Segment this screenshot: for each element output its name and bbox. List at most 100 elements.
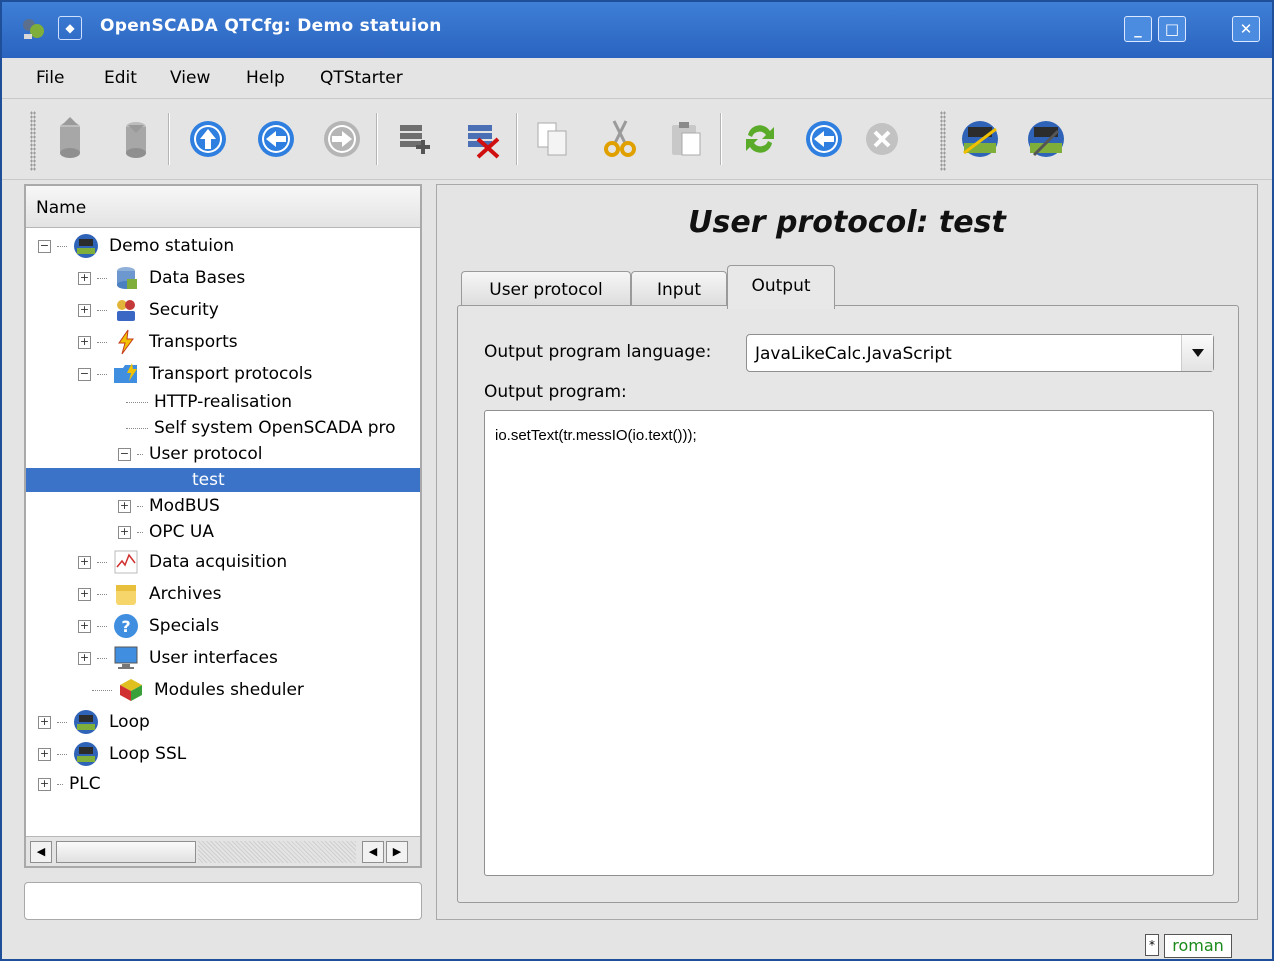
scroll-right-icon[interactable]: ▶	[386, 841, 408, 863]
tree-node-label: User protocol	[149, 444, 263, 464]
station-disconnect-icon[interactable]	[1024, 115, 1068, 163]
tree-node-transport-protocols[interactable]: − Transport protocols	[78, 362, 312, 386]
toolbar-grip[interactable]	[940, 111, 946, 171]
menu-help[interactable]: Help	[246, 68, 285, 88]
tree-node-user-interfaces[interactable]: + User interfaces	[78, 646, 278, 670]
back-icon[interactable]	[254, 115, 298, 163]
collapse-icon[interactable]: −	[38, 239, 51, 253]
tree-node-transports[interactable]: + Transports	[78, 329, 238, 355]
tab-user-protocol[interactable]: User protocol	[461, 271, 631, 307]
tree-node-label: Specials	[149, 616, 220, 636]
toolbar-grip[interactable]	[30, 111, 36, 171]
maximize-button[interactable]: □	[1158, 16, 1186, 42]
tree-node-plc[interactable]: + PLC	[38, 772, 101, 796]
refresh-icon[interactable]	[738, 115, 782, 163]
modules-icon	[120, 679, 142, 701]
tab-content-output: Output program language: JavaLikeCalc.Ja…	[457, 305, 1239, 903]
window-title: OpenSCADA QTCfg: Demo statuion	[100, 16, 442, 36]
expand-icon[interactable]: +	[78, 587, 91, 601]
expand-icon[interactable]: +	[78, 303, 91, 317]
tree-node-data-acquisition[interactable]: + Data acquisition	[78, 550, 287, 574]
dropdown-arrow-icon[interactable]	[1181, 335, 1213, 371]
tree-node-label: HTTP-realisation	[154, 392, 293, 412]
expand-icon[interactable]: +	[38, 777, 51, 791]
db-save-icon[interactable]	[114, 115, 158, 163]
collapse-icon[interactable]: −	[78, 367, 91, 381]
content-panel: User protocol: test User protocol Input …	[436, 184, 1258, 920]
db-load-icon[interactable]	[48, 115, 92, 163]
tree-node-data-bases[interactable]: + Data Bases	[78, 266, 245, 290]
stop-icon[interactable]	[860, 115, 904, 163]
tree-node-loop-ssl[interactable]: + Loop SSL	[38, 742, 186, 766]
tree-node-opc-ua[interactable]: + OPC UA	[118, 520, 214, 544]
window-menu-button[interactable]: ◆	[58, 16, 82, 40]
scroll-left-icon[interactable]: ◀	[362, 841, 384, 863]
tree-header-name[interactable]: Name	[26, 186, 420, 228]
tree-node-label: Modules sheduler	[154, 680, 304, 700]
minimize-button[interactable]: _	[1124, 16, 1152, 42]
tree-node-label: Data acquisition	[149, 552, 288, 572]
start-icon[interactable]	[802, 115, 846, 163]
tree-node-self-system[interactable]: Self system OpenSCADA pro	[126, 416, 396, 440]
tree-node-label: Transport protocols	[149, 364, 313, 384]
expand-icon[interactable]: +	[78, 619, 91, 633]
paste-icon[interactable]	[664, 115, 708, 163]
tab-input[interactable]: Input	[631, 271, 727, 307]
expand-icon[interactable]: +	[78, 271, 91, 285]
chart-icon	[114, 550, 138, 574]
close-button[interactable]: ✕	[1232, 16, 1260, 42]
tree-node-modules-sheduler[interactable]: Modules sheduler	[92, 678, 304, 702]
station-connect-icon[interactable]	[958, 115, 1002, 163]
menu-view[interactable]: View	[170, 68, 210, 88]
tree-node-label: User interfaces	[149, 648, 278, 668]
scroll-thumb[interactable]	[56, 841, 196, 863]
cut-icon[interactable]	[598, 115, 642, 163]
main-window: ◆ OpenSCADA QTCfg: Demo statuion _ □ ✕ F…	[0, 0, 1274, 961]
tree-node-label: Archives	[149, 584, 222, 604]
add-item-icon[interactable]	[392, 115, 436, 163]
output-program-editor[interactable]: io.setText(tr.messIO(io.text()));	[484, 410, 1214, 876]
expand-icon[interactable]: +	[78, 335, 91, 349]
tree-node-specials[interactable]: + ? Specials	[78, 614, 219, 638]
menu-qtstarter[interactable]: QTStarter	[320, 68, 403, 88]
tree-node-http-realisation[interactable]: HTTP-realisation	[126, 390, 292, 414]
expand-icon[interactable]: +	[38, 747, 51, 761]
up-icon[interactable]	[186, 115, 230, 163]
expand-icon[interactable]: +	[38, 715, 51, 729]
toolbar-separator	[720, 113, 722, 165]
toolbar-separator	[168, 113, 170, 165]
navigation-tree[interactable]: Name − Demo statuion + Data Bases + Secu…	[24, 184, 422, 868]
security-icon	[117, 300, 135, 321]
menu-bar: File Edit View Help QTStarter	[2, 58, 1272, 98]
folder-icon	[114, 363, 137, 383]
scroll-track[interactable]	[198, 841, 356, 863]
app-icon[interactable]	[20, 16, 46, 42]
copy-icon[interactable]	[530, 115, 574, 163]
collapse-icon[interactable]: −	[118, 447, 131, 461]
expand-icon[interactable]: +	[78, 651, 91, 665]
tree-node-modbus[interactable]: + ModBUS	[118, 494, 220, 518]
tree-horizontal-scrollbar[interactable]: ◀ ◀ ▶	[26, 836, 420, 866]
tree-node-test[interactable]: test	[26, 468, 420, 492]
tree-node-loop[interactable]: + Loop	[38, 710, 150, 734]
tree-node-label: Security	[149, 300, 219, 320]
tree-search-input[interactable]	[24, 882, 422, 920]
tree-node-user-protocol[interactable]: − User protocol	[118, 442, 263, 466]
output-language-select[interactable]: JavaLikeCalc.JavaScript	[746, 334, 1214, 372]
tab-output[interactable]: Output	[727, 265, 835, 309]
tree-node-label: Loop SSL	[109, 744, 187, 764]
delete-item-icon[interactable]	[460, 115, 504, 163]
tree-node-archives[interactable]: + Archives	[78, 582, 221, 606]
menu-edit[interactable]: Edit	[104, 68, 137, 88]
menu-file[interactable]: File	[36, 68, 64, 88]
current-user[interactable]: roman	[1164, 934, 1232, 958]
tree-node-demo-statuion[interactable]: − Demo statuion	[38, 234, 234, 258]
forward-icon[interactable]	[320, 115, 364, 163]
tree-node-security[interactable]: + Security	[78, 298, 219, 322]
database-icon	[117, 267, 137, 289]
modified-indicator[interactable]: *	[1145, 934, 1159, 956]
expand-icon[interactable]: +	[118, 525, 131, 539]
scroll-left-icon[interactable]: ◀	[30, 841, 52, 863]
expand-icon[interactable]: +	[118, 499, 131, 513]
expand-icon[interactable]: +	[78, 555, 91, 569]
